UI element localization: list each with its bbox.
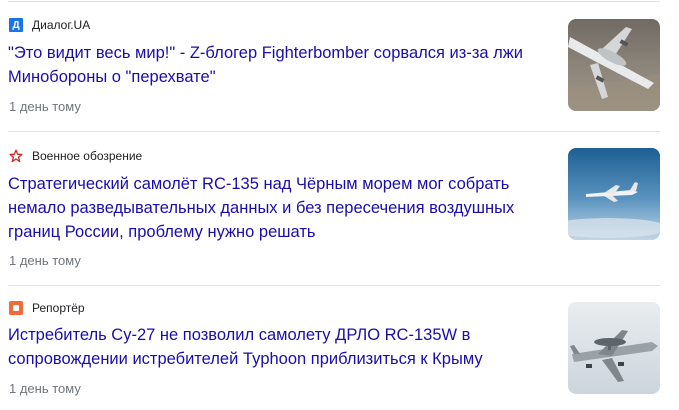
news-source: Репортёр	[9, 300, 85, 316]
news-thumbnail-airplane-runway[interactable]	[568, 19, 660, 111]
headline-line: Стратегический самолёт RC-135 над Чёрным…	[8, 175, 510, 193]
news-headline[interactable]: Истребитель Су-27 не позволил самолету Д…	[8, 323, 548, 371]
news-source-name: Репортёр	[32, 301, 85, 315]
news-headline[interactable]: Стратегический самолёт RC-135 над Чёрным…	[8, 172, 548, 244]
news-headline[interactable]: "Это видит весь мир!" - Z-блогер Fighter…	[8, 41, 548, 89]
headline-line: немало разведывательных данных и без пер…	[8, 199, 515, 217]
dialog-ua-icon-letter: Д	[12, 19, 20, 31]
headline-line: Минобороны о "перехвате"	[8, 68, 216, 86]
news-card-3[interactable]: Репортёр Истребитель Су-27 не позволил с…	[0, 286, 679, 410]
news-timestamp: 1 день тому	[9, 381, 81, 396]
news-source: Военное обозрение	[9, 148, 142, 164]
news-source: Д Диалог.UA	[9, 17, 90, 33]
red-star-icon	[9, 149, 23, 163]
dialog-ua-icon: Д	[9, 18, 23, 32]
news-source-name: Военное обозрение	[32, 149, 143, 163]
reporter-icon	[9, 301, 23, 315]
headline-line: Истребитель Су-27 не позволил самолету Д…	[8, 326, 471, 344]
headline-line: сопровождении истребителей Typhoon прибл…	[8, 350, 483, 368]
news-thumbnail-awacs-plane[interactable]	[568, 302, 660, 394]
news-timestamp: 1 день тому	[9, 99, 81, 114]
headline-line: границ России, проблему нужно решать	[8, 223, 316, 241]
news-timestamp: 1 день тому	[9, 253, 81, 268]
headline-line: "Это видит весь мир!" - Z-блогер Fighter…	[8, 44, 524, 62]
news-thumbnail-airplane-sky[interactable]	[568, 148, 660, 240]
news-card-1[interactable]: Д Диалог.UA "Это видит весь мир!" - Z-бл…	[0, 0, 679, 130]
news-source-name: Диалог.UA	[32, 18, 91, 32]
news-card-2[interactable]: Военное обозрение Стратегический самолёт…	[0, 132, 679, 284]
